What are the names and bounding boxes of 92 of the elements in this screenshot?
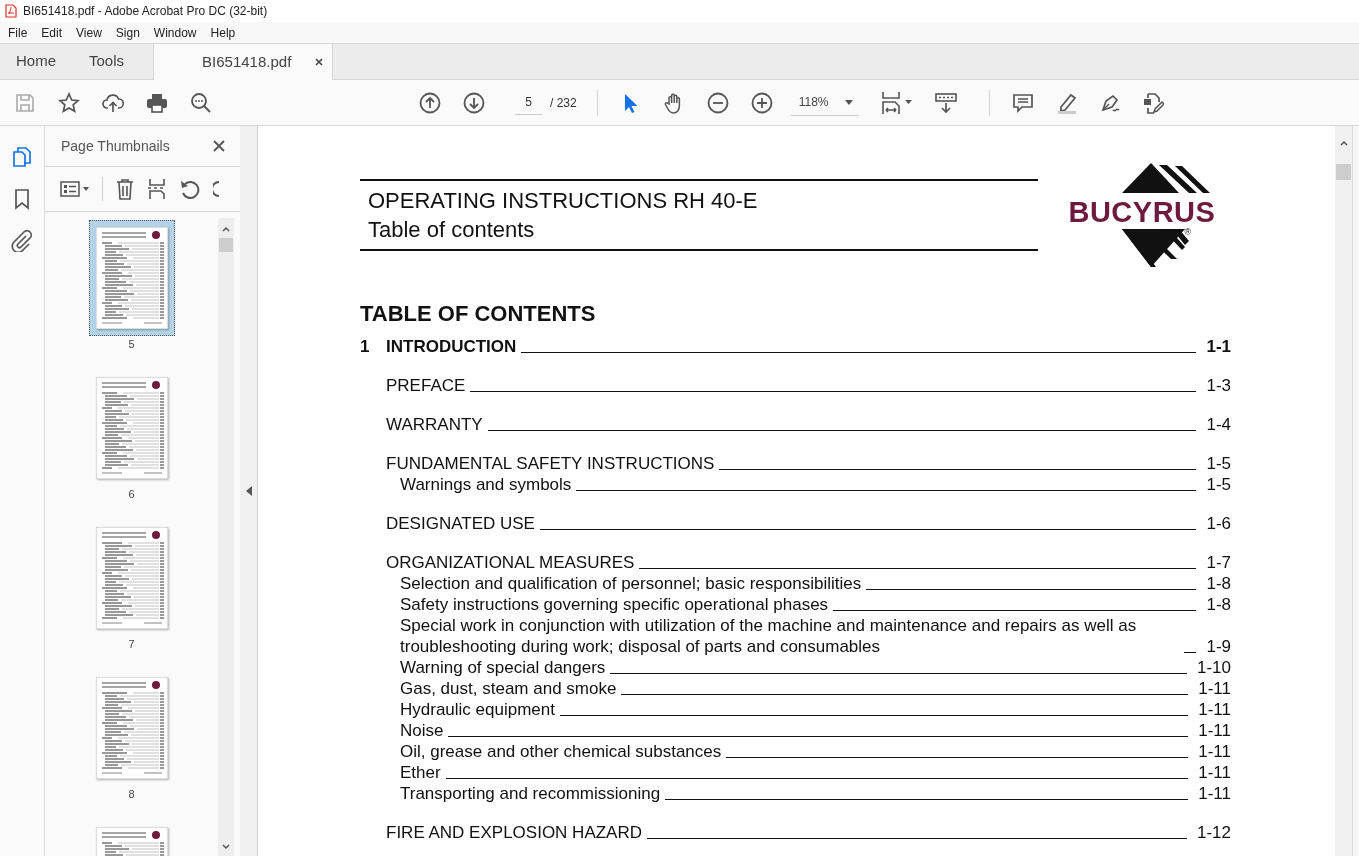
edit-document-icon[interactable]: [1141, 91, 1164, 114]
page-number: 1-11: [1198, 762, 1231, 783]
page-number: 1-5: [1206, 453, 1231, 474]
tab[interactable]: BI651418.pdf: [153, 44, 334, 80]
toc-entry[interactable]: Special work in conjunction with utilization of the machine and maintenance and repairs as well as troubleshooting during work; disposal of parts and consumables: [400, 615, 1180, 657]
scrollbar[interactable]: [1335, 126, 1352, 856]
split-page-icon[interactable]: [147, 178, 167, 200]
caret-icon: [844, 99, 853, 105]
highlighter-icon[interactable]: [1055, 91, 1078, 114]
menu-item[interactable]: Help: [203, 23, 243, 42]
toc-entry[interactable]: INTRODUCTION: [386, 336, 517, 357]
menu-item[interactable]: Edit: [34, 23, 70, 42]
header-text: OPERATING INSTRUCTIONS RH 40-E: [368, 187, 759, 215]
scroll-thumb[interactable]: [1336, 164, 1351, 180]
page-number: 1-7: [1206, 552, 1231, 573]
page-count: / 232: [550, 94, 577, 112]
zoom-in-icon[interactable]: [750, 91, 773, 114]
page-number: 6: [128, 487, 135, 502]
comment-icon[interactable]: [1011, 91, 1034, 114]
toc-entry[interactable]: Hydraulic equipment: [400, 699, 555, 720]
scrollbar[interactable]: [218, 218, 234, 856]
toc-entry[interactable]: Warnings and symbols: [400, 474, 572, 495]
page-number-field[interactable]: 5: [515, 90, 542, 115]
document-heading: TABLE OF CONTENTS: [360, 300, 597, 328]
paperclip-icon[interactable]: [11, 230, 33, 252]
page-number: 1-1: [1206, 336, 1231, 357]
toc-entry[interactable]: WARRANTY: [386, 414, 483, 435]
toc-entry[interactable]: Gas, dust, steam and smoke: [400, 678, 617, 699]
rotate-icon[interactable]: [179, 179, 201, 199]
page-number: 8: [128, 787, 135, 802]
window-title: BI651418.pdf - Adobe Acrobat Pro DC (32-bit): [23, 3, 268, 20]
tab[interactable]: Home: [0, 44, 72, 79]
chapter-number: 1: [360, 336, 371, 357]
toc-entry[interactable]: ORGANIZATIONAL MEASURES: [386, 552, 635, 573]
scroll-down-icon[interactable]: [221, 842, 231, 852]
page-number: 1-10: [1196, 657, 1231, 678]
page-thumbnail[interactable]: [88, 220, 175, 336]
zoom-out-icon[interactable]: [706, 91, 729, 114]
page-number: 1-5: [1206, 474, 1231, 495]
options-icon[interactable]: [60, 181, 90, 197]
page-number: 1-11: [1198, 678, 1231, 699]
page-number: 5: [128, 337, 135, 352]
page-number: 1-9: [1206, 636, 1231, 657]
page-number: 1-8: [1206, 573, 1231, 594]
trash-icon[interactable]: [115, 178, 135, 200]
page-number: 1-11: [1198, 720, 1231, 741]
page-number: 1-6: [1206, 513, 1231, 534]
page-number: 1-12: [1196, 822, 1231, 843]
collapse-panel-icon[interactable]: [245, 486, 252, 496]
scroll-mode-icon[interactable]: [934, 91, 957, 114]
zoom-dropdown[interactable]: 118%: [790, 89, 859, 116]
scroll-thumb[interactable]: [219, 238, 233, 252]
star-icon[interactable]: [58, 91, 80, 114]
header-text: Table of contents: [368, 216, 536, 244]
menu-item[interactable]: Window: [146, 23, 204, 42]
close-icon[interactable]: [314, 57, 325, 67]
close-icon[interactable]: [212, 138, 228, 154]
toc-entry[interactable]: Safety instructions governing specific operational phases: [400, 594, 829, 615]
search-icon[interactable]: [190, 91, 212, 114]
panel-title: Page Thumbnails: [61, 136, 170, 156]
cloud-upload-icon[interactable]: [102, 91, 124, 114]
toc-entry[interactable]: FIRE AND EXPLOSION HAZARD: [386, 822, 642, 843]
page-number: 1-4: [1206, 414, 1231, 435]
page-number: 1-11: [1198, 783, 1231, 804]
toc-entry[interactable]: Transporting and recommissioning: [400, 783, 661, 804]
rotate-icon[interactable]: [213, 179, 219, 199]
tab[interactable]: Tools: [72, 44, 153, 79]
page-fit-icon[interactable]: [880, 90, 914, 115]
page-number: 1-3: [1206, 375, 1231, 396]
menu-item[interactable]: View: [69, 23, 109, 42]
toc-entry[interactable]: Noise: [400, 720, 444, 741]
page-number: 1-11: [1198, 699, 1231, 720]
toc-entry[interactable]: FUNDAMENTAL SAFETY INSTRUCTIONS: [386, 453, 715, 474]
next-page-icon[interactable]: [463, 91, 485, 114]
app-icon: [5, 4, 17, 18]
menu-item[interactable]: Sign: [108, 23, 147, 42]
page-number: 1-8: [1206, 594, 1231, 615]
scroll-up-icon[interactable]: [221, 224, 231, 234]
toc-entry[interactable]: Oil, grease and other chemical substances: [400, 741, 722, 762]
toc-entry[interactable]: Selection and qualification of personnel; basic responsibilities: [400, 573, 862, 594]
scroll-up-icon[interactable]: [1338, 138, 1349, 148]
toc-entry[interactable]: DESIGNATED USE: [386, 513, 535, 534]
print-icon[interactable]: [146, 91, 168, 114]
previous-page-icon[interactable]: [419, 91, 441, 114]
toc-entry[interactable]: Ether: [400, 762, 441, 783]
toc-entry[interactable]: Warning of special dangers: [400, 657, 606, 678]
page-number: 7: [128, 637, 135, 652]
toc-entry[interactable]: PREFACE: [386, 375, 466, 396]
menu-item[interactable]: File: [1, 23, 35, 42]
page-number: 1-11: [1198, 741, 1231, 762]
pages-icon[interactable]: [11, 146, 33, 168]
registered-mark: ®: [1184, 227, 1192, 237]
